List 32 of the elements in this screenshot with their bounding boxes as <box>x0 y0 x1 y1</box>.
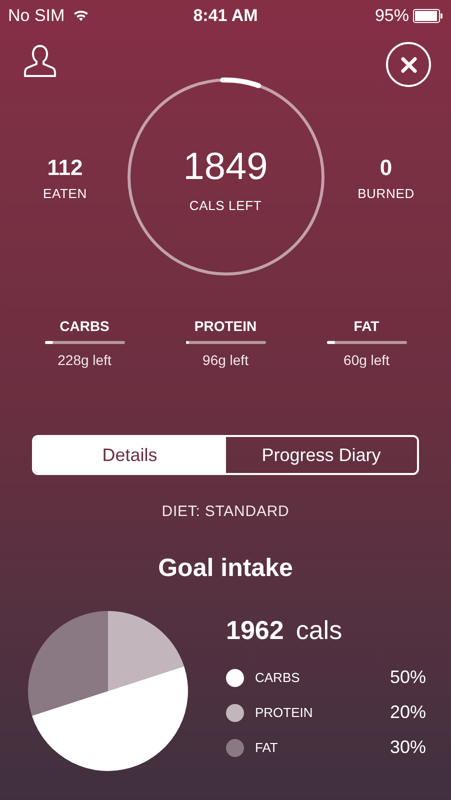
calories-left-label: CALS LEFT <box>189 196 262 215</box>
goal-title: Goal intake <box>158 552 293 584</box>
clock: 8:41 AM <box>193 5 258 28</box>
macro-remaining: 96g left <box>202 351 248 370</box>
goal-calories: 1962 <box>226 614 284 647</box>
legend-label: FAT <box>255 738 279 757</box>
eaten-label: EATEN <box>42 184 87 203</box>
burned-value: 0 <box>380 154 392 182</box>
wifi-icon <box>72 10 89 22</box>
goal-unit: cals <box>296 614 342 647</box>
battery-percent: 95% <box>374 5 409 28</box>
macro-name: PROTEIN <box>194 317 257 336</box>
macro-name: FAT <box>354 317 380 336</box>
close-icon <box>400 56 416 72</box>
carrier-label: No SIM <box>8 5 65 28</box>
legend-label: PROTEIN <box>255 704 314 722</box>
battery-icon <box>413 9 443 23</box>
profile-icon[interactable] <box>24 44 56 78</box>
segment-tab[interactable]: Progress Diary <box>226 437 417 473</box>
legend-percent: 30% <box>390 736 426 759</box>
legend-percent: 50% <box>390 666 426 689</box>
legend-label: CARBS <box>255 668 301 687</box>
eaten-value: 112 <box>47 154 83 182</box>
segment-tab[interactable]: Details <box>34 437 226 473</box>
close-button[interactable] <box>386 42 431 87</box>
diet-label: DIET: STANDARD <box>162 502 290 522</box>
burned-label: BURNED <box>358 184 414 203</box>
macro-remaining: 228g left <box>58 351 112 370</box>
calories-left-value: 1849 <box>183 144 268 190</box>
macro-remaining: 60g left <box>344 351 390 370</box>
legend-percent: 20% <box>390 701 426 724</box>
macro-name: CARBS <box>60 317 110 336</box>
